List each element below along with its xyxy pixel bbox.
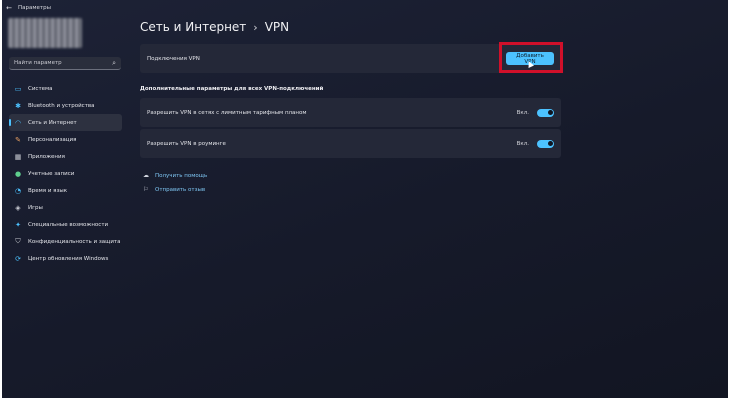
send-feedback-link[interactable]: ⚐ Отправить отзыв: [142, 186, 205, 193]
person-icon: ●: [14, 169, 22, 178]
breadcrumb-current: VPN: [264, 20, 290, 34]
sidebar-item-personalization[interactable]: ✎ Персонализация: [9, 131, 122, 148]
metered-setting-label: Разрешить VPN в сетях с лимитным тарифны…: [147, 109, 307, 116]
search-box[interactable]: Найти параметр ⌕: [9, 57, 121, 70]
sidebar-item-time-language[interactable]: ◔ Время и язык: [9, 182, 122, 199]
sidebar-item-privacy[interactable]: ⛉ Конфиденциальность и защита: [9, 233, 122, 250]
back-arrow-icon[interactable]: ←: [2, 4, 16, 12]
gamepad-icon: ◈: [15, 203, 21, 212]
sidebar-item-label: Сеть и Интернет: [28, 119, 77, 126]
sidebar-item-label: Bluetooth и устройства: [28, 102, 95, 109]
vpn-connections-label: Подключения VPN: [147, 55, 200, 62]
sidebar-nav: ▭ Система ✱ Bluetooth и устройства ◠ Сет…: [9, 80, 122, 267]
roaming-setting-label: Разрешить VPN в роуминге: [147, 140, 226, 147]
get-help-label[interactable]: Получить помощь: [155, 173, 207, 179]
roaming-toggle-state: Вкл.: [516, 140, 529, 147]
roaming-setting-card: Разрешить VPN в роуминге Вкл.: [140, 129, 561, 158]
sidebar-item-label: Система: [28, 85, 53, 92]
settings-window: ← Параметры Найти параметр ⌕ ▭ Система ✱…: [2, 0, 728, 398]
sidebar-item-network[interactable]: ◠ Сеть и Интернет: [9, 114, 122, 131]
monitor-icon: ▭: [14, 84, 22, 93]
sidebar-item-accessibility[interactable]: ✦ Специальные возможности: [9, 216, 122, 233]
sidebar-item-label: Учетные записи: [28, 170, 75, 177]
sidebar-item-apps[interactable]: ▦ Приложения: [9, 148, 122, 165]
update-icon: ⟳: [15, 254, 21, 263]
roaming-toggle[interactable]: [537, 139, 554, 148]
advanced-section-title: Дополнительные параметры для всех VPN-по…: [140, 86, 324, 92]
sidebar-item-label: Центр обновления Windows: [28, 255, 109, 262]
sidebar-item-label: Игры: [28, 204, 43, 211]
sidebar-item-bluetooth[interactable]: ✱ Bluetooth и устройства: [9, 97, 122, 114]
metered-toggle-state: Вкл.: [516, 109, 529, 116]
get-help-link[interactable]: ☁ Получить помощь: [142, 172, 207, 179]
breadcrumb-separator: ›: [253, 20, 258, 34]
search-input[interactable]: Найти параметр: [14, 60, 112, 66]
feedback-icon: ⚐: [143, 186, 149, 193]
accessibility-icon: ✦: [15, 220, 21, 229]
send-feedback-label[interactable]: Отправить отзыв: [155, 187, 205, 193]
roaming-toggle-group: Вкл.: [516, 139, 554, 148]
metered-setting-card: Разрешить VPN в сетях с лимитным тарифны…: [140, 98, 561, 127]
shield-icon: ⛉: [15, 237, 21, 245]
vpn-connections-card: Подключения VPN Добавить VPN: [140, 44, 561, 73]
annotation-highlight-box: [499, 42, 563, 73]
sidebar-item-label: Специальные возможности: [28, 221, 109, 228]
window-title: Параметры: [18, 5, 51, 11]
page-title: Сеть и Интернет › VPN: [140, 20, 289, 34]
metered-toggle[interactable]: [537, 108, 554, 117]
sidebar-item-label: Приложения: [28, 153, 65, 160]
help-icon: ☁: [143, 172, 149, 179]
metered-toggle-group: Вкл.: [516, 108, 554, 117]
bluetooth-icon: ✱: [15, 101, 21, 110]
sidebar-item-system[interactable]: ▭ Система: [9, 80, 122, 97]
breadcrumb-parent[interactable]: Сеть и Интернет: [140, 20, 246, 34]
sidebar-item-label: Персонализация: [28, 136, 77, 143]
sidebar-item-gaming[interactable]: ◈ Игры: [9, 199, 122, 216]
sidebar-item-label: Конфиденциальность и защита: [28, 238, 121, 245]
sidebar-item-windows-update[interactable]: ⟳ Центр обновления Windows: [9, 250, 122, 267]
user-profile-blurred[interactable]: [8, 18, 82, 48]
apps-icon: ▦: [14, 152, 22, 161]
sidebar-item-accounts[interactable]: ● Учетные записи: [9, 165, 122, 182]
wifi-icon: ◠: [14, 118, 22, 127]
title-bar: ← Параметры: [2, 0, 728, 16]
sidebar-item-label: Время и язык: [28, 187, 68, 194]
brush-icon: ✎: [15, 135, 21, 144]
search-icon[interactable]: ⌕: [112, 59, 116, 68]
globe-clock-icon: ◔: [14, 186, 22, 195]
